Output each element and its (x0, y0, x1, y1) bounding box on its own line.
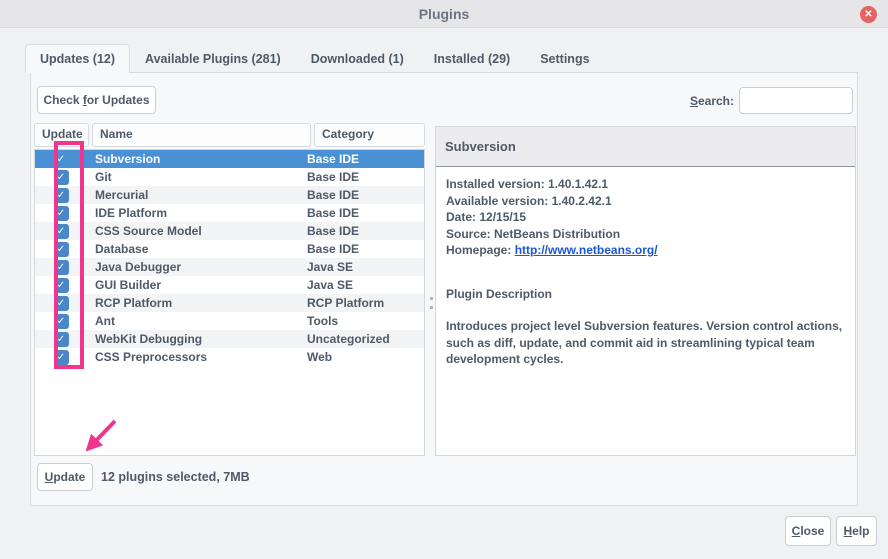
plugin-name: WebKit Debugging (95, 332, 203, 346)
column-header[interactable]: Name (92, 123, 311, 147)
table-row[interactable]: ✓ IDE Platform Base IDE (35, 204, 424, 222)
window-close-icon[interactable]: ✕ (860, 6, 877, 23)
updates-panel: Check for Updates Search: Update Name Ca… (30, 72, 858, 506)
plugin-name: IDE Platform (95, 206, 168, 220)
tab-label: Available Plugins (281) (145, 52, 281, 66)
update-checkbox-icon[interactable]: ✓ (53, 169, 69, 185)
table-row[interactable]: ✓ WebKit Debugging Uncategorized (35, 330, 424, 348)
details-fields: Installed version: 1.40.1.42.1 Available… (446, 176, 845, 242)
tab-label: Installed (29) (433, 52, 511, 66)
plugin-name: GUI Builder (95, 278, 162, 292)
plugin-name: Ant (95, 314, 115, 328)
plugin-category: RCP Platform (307, 296, 385, 310)
tab-bar: Updates (12) Available Plugins (281) Dow… (25, 44, 605, 73)
update-checkbox-icon[interactable]: ✓ (53, 205, 69, 221)
table-header: Update Name Category (34, 123, 428, 147)
plugin-category: Web (307, 350, 333, 364)
selection-status: 12 plugins selected, 7MB (101, 470, 250, 484)
table-row[interactable]: ✓ Mercurial Base IDE (35, 186, 424, 204)
plugin-category: Java SE (307, 260, 354, 274)
splitter-handle[interactable] (427, 149, 435, 456)
plugins-table: ✓ Subversion Base IDE ✓ Git Base IDE ✓ M… (34, 149, 425, 456)
plugin-name: CSS Preprocessors (95, 350, 208, 364)
plugin-category: Base IDE (307, 224, 360, 238)
title-bar: Plugins ✕ (0, 0, 888, 28)
plugin-category: Base IDE (307, 188, 360, 202)
update-checkbox-icon[interactable]: ✓ (53, 241, 69, 257)
plugin-name: RCP Platform (95, 296, 173, 310)
table-row[interactable]: ✓ CSS Preprocessors Web (35, 348, 424, 366)
search-area: Search: (690, 87, 853, 114)
column-header[interactable]: Category (314, 123, 425, 147)
plugin-category: Tools (307, 314, 339, 328)
table-row[interactable]: ✓ Git Base IDE (35, 168, 424, 186)
update-checkbox-icon[interactable]: ✓ (53, 331, 69, 347)
tab-label: Downloaded (1) (310, 52, 404, 66)
details-field: Source: NetBeans Distribution (446, 226, 621, 241)
table-row[interactable]: ✓ GUI Builder Java SE (35, 276, 424, 294)
details-field: Available version: 1.40.2.42.1 (446, 193, 612, 208)
table-row[interactable]: ✓ Java Debugger Java SE (35, 258, 424, 276)
close-button[interactable]: Close (785, 516, 831, 546)
tab-label: Settings (540, 52, 590, 66)
plugin-category: Base IDE (307, 170, 360, 184)
plugins-dialog: Plugins ✕ Updates (12) Available Plugins… (0, 0, 888, 559)
table-row[interactable]: ✓ Subversion Base IDE (35, 150, 424, 168)
table-row[interactable]: ✓ Database Base IDE (35, 240, 424, 258)
plugin-name: Database (95, 242, 149, 256)
plugin-description-title: Plugin Description (446, 286, 553, 301)
homepage-row: Homepage: http://www.netbeans.org/ (446, 242, 845, 259)
homepage-link[interactable]: http://www.netbeans.org/ (515, 243, 658, 257)
update-checkbox-icon[interactable]: ✓ (53, 277, 69, 293)
plugin-category: Base IDE (307, 206, 360, 220)
plugin-category: Uncategorized (307, 332, 390, 346)
plugin-description-text: Introduces project level Subversion feat… (446, 319, 843, 366)
plugin-name: Subversion (95, 152, 161, 166)
plugin-name: Mercurial (95, 188, 149, 202)
plugin-name: CSS Source Model (95, 224, 202, 238)
plugin-category: Base IDE (307, 242, 360, 256)
update-checkbox-icon[interactable]: ✓ (53, 349, 69, 365)
tab[interactable]: Available Plugins (281) (130, 44, 296, 73)
table-row[interactable]: ✓ Ant Tools (35, 312, 424, 330)
update-checkbox-icon[interactable]: ✓ (54, 152, 69, 167)
update-checkbox-icon[interactable]: ✓ (53, 313, 69, 329)
homepage-label: Homepage: (446, 243, 515, 257)
tab[interactable]: Downloaded (1) (296, 44, 419, 73)
search-label: Search: (689, 93, 734, 108)
plugin-category: Java SE (307, 278, 354, 292)
plugin-category: Base IDE (307, 152, 360, 166)
update-checkbox-icon[interactable]: ✓ (53, 187, 69, 203)
plugin-details-panel: Subversion Installed version: 1.40.1.42.… (435, 126, 856, 456)
tab[interactable]: Installed (29) (419, 44, 525, 73)
details-field: Date: 12/15/15 (446, 210, 527, 224)
help-button[interactable]: Help (836, 516, 877, 546)
column-header[interactable]: Update (34, 123, 89, 147)
details-title: Subversion (436, 127, 855, 167)
window-title: Plugins (418, 5, 470, 22)
search-input[interactable] (739, 87, 853, 114)
plugin-name: Java Debugger (95, 260, 182, 274)
check-for-updates-button[interactable]: Check for Updates (37, 86, 156, 114)
update-checkbox-icon[interactable]: ✓ (53, 259, 69, 275)
tab-label: Updates (12) (40, 52, 116, 66)
update-checkbox-icon[interactable]: ✓ (53, 223, 69, 239)
tab[interactable]: Updates (12) (25, 44, 131, 73)
update-checkbox-icon[interactable]: ✓ (53, 295, 69, 311)
plugin-name: Git (95, 170, 112, 184)
table-row[interactable]: ✓ CSS Source Model Base IDE (35, 222, 424, 240)
details-field: Installed version: 1.40.1.42.1 (446, 177, 609, 191)
tab[interactable]: Settings (525, 44, 604, 73)
table-row[interactable]: ✓ RCP Platform RCP Platform (35, 294, 424, 312)
update-button[interactable]: Update (37, 463, 93, 491)
